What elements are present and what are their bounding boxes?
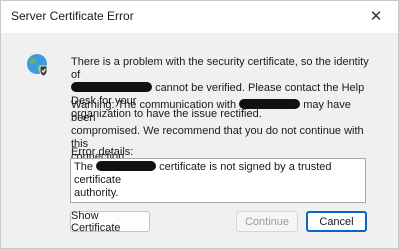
- error-details-label: Error details:: [71, 146, 134, 158]
- redacted-hostname: [71, 82, 152, 92]
- close-button[interactable]: ✕: [354, 1, 398, 31]
- details-line-1: The certificate is not signed by a trust…: [74, 161, 332, 186]
- cancel-button[interactable]: Cancel: [306, 211, 367, 232]
- show-certificate-button[interactable]: Show Certificate: [70, 210, 150, 234]
- continue-button[interactable]: Continue: [236, 211, 298, 232]
- dialog-body: There is a problem with the security cer…: [1, 33, 398, 248]
- error-details-field[interactable]: The certificate is not signed by a trust…: [70, 158, 366, 203]
- globe-shield-icon: [26, 53, 50, 77]
- certificate-error-dialog: Server Certificate Error ✕ There is a pr…: [0, 0, 399, 249]
- redacted-hostname: [239, 99, 301, 109]
- details-line-2: authority.: [74, 187, 119, 199]
- close-icon: ✕: [369, 8, 383, 25]
- title-bar: Server Certificate Error ✕: [1, 1, 398, 33]
- message-line-1: There is a problem with the security cer…: [71, 56, 369, 81]
- window-title: Server Certificate Error: [11, 9, 134, 23]
- redacted-hostname: [96, 161, 157, 171]
- warning-line-1: Warning: The communication with may have…: [71, 99, 351, 124]
